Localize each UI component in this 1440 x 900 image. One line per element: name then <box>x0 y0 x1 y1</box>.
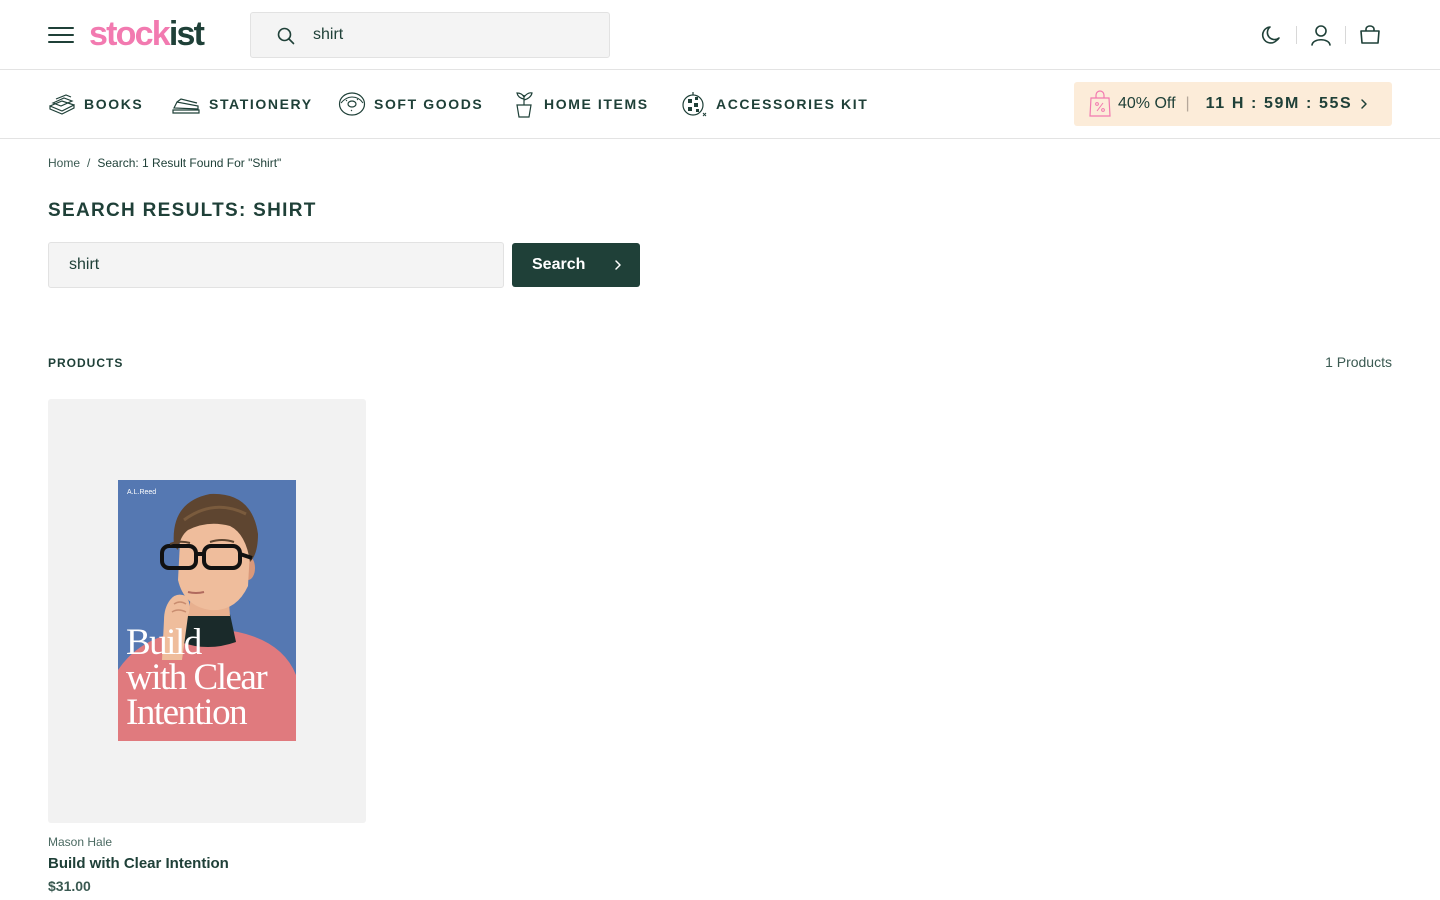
menu-icon[interactable] <box>48 25 74 45</box>
product-title[interactable]: Build with Clear Intention <box>48 855 366 872</box>
shopping-bag-discount-icon <box>1089 90 1111 117</box>
header-divider <box>1296 26 1297 44</box>
plant-icon <box>516 92 533 118</box>
products-section-label: PRODUCTS <box>48 356 124 370</box>
promo-separator: | <box>1185 95 1190 112</box>
header-search-box[interactable] <box>250 12 610 58</box>
cover-title-line: Intention <box>126 692 248 733</box>
nav-item-stationery[interactable]: STATIONERY <box>171 88 313 120</box>
cover-title: Build with Clear Intention <box>126 622 296 733</box>
search-icon[interactable] <box>277 27 295 45</box>
nav-item-label: ACCESSORIES KIT <box>716 96 869 112</box>
stapler-icon <box>172 98 200 114</box>
donut-icon <box>338 92 366 116</box>
logo-part-ist: ist <box>168 15 205 53</box>
site-logo[interactable]: stockist <box>89 14 205 54</box>
search-input[interactable] <box>69 243 489 287</box>
disco-ball-icon <box>682 92 707 117</box>
breadcrumb-current: Search: 1 Result Found For "Shirt" <box>97 156 282 170</box>
nav-item-label: SOFT GOODS <box>374 96 484 112</box>
books-icon <box>49 94 75 115</box>
promo-timer: 11 H : 59M : 55S <box>1205 95 1353 112</box>
page-title: SEARCH RESULTS: SHIRT <box>48 200 317 221</box>
header-search-input[interactable] <box>313 13 593 57</box>
logo-part-stock: stock <box>89 15 171 53</box>
cover-title-line: with Clear <box>126 657 268 698</box>
search-button[interactable]: Search <box>512 243 640 287</box>
product-vendor[interactable]: Mason Hale <box>48 835 366 849</box>
breadcrumb-separator: / <box>87 156 91 170</box>
search-box[interactable] <box>48 242 504 288</box>
product-image[interactable]: A.L.Reed Build with Clear Intention <box>48 399 366 823</box>
moon-icon[interactable] <box>1259 22 1285 48</box>
search-button-label: Search <box>532 256 586 273</box>
nav-item-label: BOOKS <box>84 96 144 112</box>
user-icon[interactable] <box>1308 22 1334 48</box>
chevron-right-icon <box>615 260 621 270</box>
cart-icon[interactable] <box>1357 22 1383 48</box>
nav-item-label: HOME ITEMS <box>544 96 649 112</box>
promo-countdown-banner[interactable]: 40% Off | 11 H : 59M : 55S <box>1074 82 1392 126</box>
cover-title-line: Build <box>126 622 202 663</box>
nav-item-soft-goods[interactable]: SOFT GOODS <box>338 88 483 120</box>
promo-discount: 40% Off <box>1118 95 1176 112</box>
nav-item-accessories-kit[interactable]: ACCESSORIES KIT <box>680 88 868 120</box>
breadcrumb-home-link[interactable]: Home <box>48 156 80 170</box>
header-divider <box>1345 26 1346 44</box>
nav-item-books[interactable]: BOOKS <box>48 88 143 120</box>
product-card[interactable]: A.L.Reed Build with Clear Intention Maso… <box>48 399 366 894</box>
cover-author: A.L.Reed <box>127 489 157 496</box>
book-cover: A.L.Reed Build with Clear Intention <box>118 480 296 741</box>
site-header: stockist <box>0 0 1440 70</box>
chevron-right-icon <box>1361 99 1367 109</box>
nav-item-label: STATIONERY <box>209 96 313 112</box>
nav-item-home-items[interactable]: HOME ITEMS <box>512 88 649 120</box>
breadcrumb: Home / Search: 1 Result Found For "Shirt… <box>48 156 281 170</box>
category-nav: BOOKS STATIONERY SOFT GOODS HOME ITEMS A… <box>0 70 1440 139</box>
products-count: 1 Products <box>1325 354 1392 370</box>
product-price: $31.00 <box>48 878 91 894</box>
